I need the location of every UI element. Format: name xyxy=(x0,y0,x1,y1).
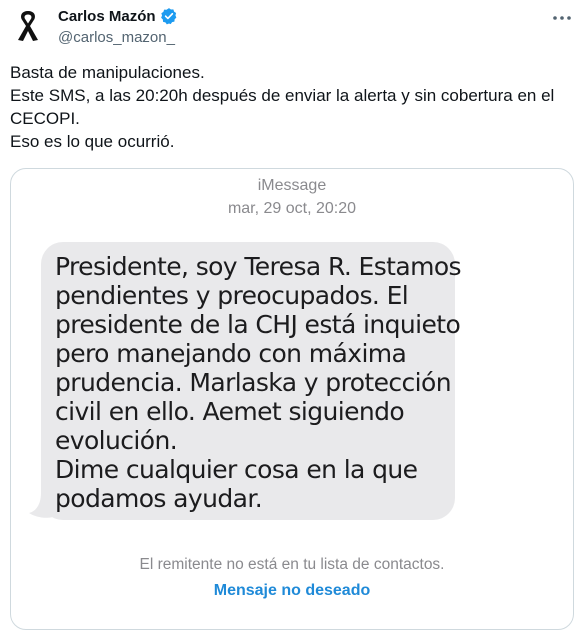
tweet-text: Basta de manipulaciones. Este SMS, a las… xyxy=(10,61,576,153)
message-line: Dime cualquier cosa en la que xyxy=(55,455,418,484)
message-line: civil en ello. Aemet siguiendo xyxy=(55,397,405,426)
imessage-label: iMessage xyxy=(257,177,327,194)
more-options-button[interactable] xyxy=(550,6,574,30)
black-ribbon-icon xyxy=(18,11,38,41)
tweet-line: Eso es lo que ocurrió. xyxy=(10,132,175,151)
unknown-sender-note: El remitente no está en tu lista de cont… xyxy=(139,556,445,573)
message-line: pendientes y preocupados. El xyxy=(55,281,409,310)
tweet-media-screenshot[interactable]: iMessage mar, 29 oct, 20:20 Presidente, … xyxy=(10,168,574,630)
message-line: podamos ayudar. xyxy=(55,484,263,513)
message-line: prudencia. Marlaska y protección xyxy=(55,368,452,397)
message-timestamp: mar, 29 oct, 20:20 xyxy=(227,200,357,217)
report-junk-link[interactable]: Mensaje no deseado xyxy=(11,582,573,600)
message-line: pero manejando con máxima xyxy=(55,339,407,368)
tweet-line: Este SMS, a las 20:20h después de enviar… xyxy=(10,86,555,105)
avatar[interactable] xyxy=(8,6,48,46)
message-line: presidente de la CHJ está inquieto xyxy=(55,310,461,339)
message-line: Presidente, soy Teresa R. Estamos xyxy=(55,252,462,281)
author-handle[interactable]: @carlos_mazon_ xyxy=(58,29,175,46)
tweet-line: CECOPI. xyxy=(10,109,80,128)
more-horizontal-icon xyxy=(553,16,571,20)
message-bubble: Presidente, soy Teresa R. Estamos pendie… xyxy=(41,242,462,520)
author-name[interactable]: Carlos Mazón xyxy=(58,8,156,25)
tweet-header: Carlos Mazón @carlos_mazon_ xyxy=(0,0,586,56)
tweet-line: Basta de manipulaciones. xyxy=(10,63,205,82)
verified-badge-icon xyxy=(160,8,176,25)
message-line: evolución. xyxy=(55,426,178,455)
